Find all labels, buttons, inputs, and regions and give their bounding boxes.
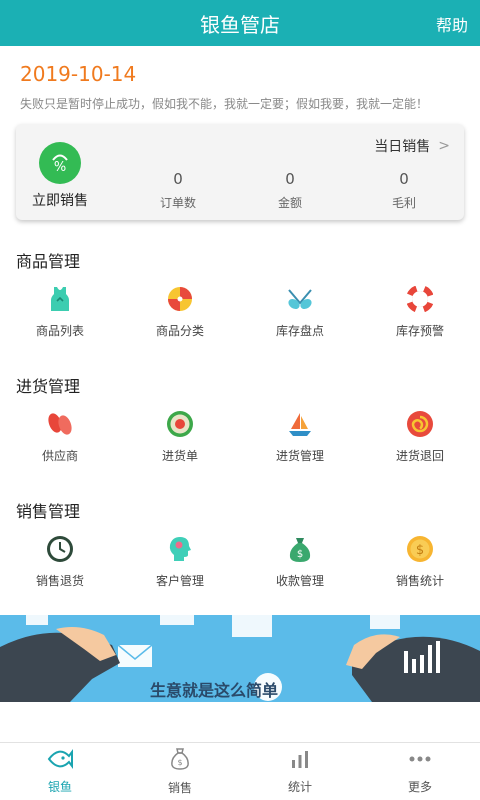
supplier-item[interactable]: 供应商: [0, 409, 120, 464]
money-bag-outline-icon: $: [169, 747, 191, 775]
swirl-icon: [405, 409, 435, 439]
stat-label: 订单数: [159, 196, 196, 210]
stock-alert-item[interactable]: 库存预警: [360, 284, 480, 339]
purchase-return-item[interactable]: 进货退回: [360, 409, 480, 464]
fish-icon: [47, 748, 73, 774]
section-title-sales: 销售管理: [16, 502, 81, 521]
inventory-count-item[interactable]: 库存盘点: [240, 284, 360, 339]
tab-sales[interactable]: $ 销售: [120, 743, 240, 800]
today-sales-link[interactable]: 当日销售 >: [374, 136, 450, 156]
goods-category-item[interactable]: 商品分类: [120, 284, 240, 339]
item-label: 供应商: [41, 449, 78, 463]
motto-text: 失败只是暂时停止成功，假如我不能，我就一定要；假如我要，我就一定能！: [20, 97, 429, 111]
stat-value: 0: [285, 170, 295, 188]
tab-label: 银鱼: [47, 780, 72, 794]
quick-sale-label: 立即销售: [32, 193, 88, 209]
sales-stats-item[interactable]: $ 销售统计: [360, 534, 480, 589]
sailboat-icon: [285, 409, 315, 439]
stat-label: 毛利: [391, 196, 416, 210]
purchase-grid: 供应商 进货单 进货管理 进货退回: [0, 409, 480, 464]
stat-amount: 0 金额: [250, 170, 330, 211]
svg-text:$: $: [416, 543, 424, 558]
bar-chart-icon: [289, 748, 311, 774]
tab-label: 更多: [407, 780, 432, 794]
item-label: 商品分类: [155, 324, 204, 338]
item-label: 销售退货: [35, 574, 84, 588]
tab-more[interactable]: 更多: [360, 743, 480, 800]
tab-label: 统计: [287, 780, 312, 794]
section-title-purchase: 进货管理: [16, 377, 81, 396]
stat-orders: 0 订单数: [138, 170, 218, 211]
customer-manage-item[interactable]: 客户管理: [120, 534, 240, 589]
payment-manage-item[interactable]: $ 收款管理: [240, 534, 360, 589]
item-label: 商品列表: [35, 324, 84, 338]
money-bag-icon: $: [285, 534, 315, 564]
goods-grid: 商品列表 商品分类 库存盘点 库存预警: [0, 284, 480, 339]
goods-list-item[interactable]: 商品列表: [0, 284, 120, 339]
purchase-order-item[interactable]: 进货单: [120, 409, 240, 464]
head-icon: [165, 534, 195, 564]
badge-icon: [165, 409, 195, 439]
banner-slogan: 生意就是这么简单: [150, 681, 279, 700]
stat-profit: 0 毛利: [364, 170, 444, 211]
clock-icon: [45, 534, 75, 564]
flip-flops-icon: [45, 409, 75, 439]
item-label: 进货单: [161, 449, 198, 463]
item-label: 收款管理: [275, 574, 324, 588]
svg-text:%: %: [54, 160, 66, 175]
svg-text:$: $: [297, 549, 303, 560]
svg-text:$: $: [177, 758, 182, 767]
promo-banner[interactable]: 生意就是这么简单: [0, 615, 480, 702]
header-bar: 银鱼管店 帮助: [0, 0, 480, 46]
tab-stats[interactable]: 统计: [240, 743, 360, 800]
shopping-bag-icon: %: [39, 142, 81, 184]
app-root: 银鱼管店 帮助 2019-10-14 失败只是暂时停止成功，假如我不能，我就一定…: [0, 0, 480, 800]
page-title: 银鱼管店: [200, 12, 280, 37]
stat-value: 0: [399, 170, 409, 188]
help-button[interactable]: 帮助: [436, 12, 468, 36]
today-sales-label: 当日销售: [374, 139, 431, 155]
current-date: 2019-10-14: [20, 62, 137, 86]
tab-label: 销售: [167, 781, 192, 795]
item-label: 进货退回: [395, 449, 444, 463]
more-dots-icon: [407, 748, 433, 774]
coin-icon: $: [405, 534, 435, 564]
purchase-manage-item[interactable]: 进货管理: [240, 409, 360, 464]
stat-value: 0: [173, 170, 183, 188]
item-label: 销售统计: [395, 574, 444, 588]
tank-top-icon: [45, 284, 75, 314]
sales-grid: 销售退货 客户管理 $ 收款管理 $ 销售统计: [0, 534, 480, 589]
bottom-tab-bar: 银鱼 $ 销售 统计 更多: [0, 742, 480, 800]
item-label: 库存盘点: [275, 324, 324, 338]
lifebuoy-icon: [405, 284, 435, 314]
sales-return-item[interactable]: 销售退货: [0, 534, 120, 589]
tab-home[interactable]: 银鱼: [0, 743, 120, 800]
quick-sale-button[interactable]: % 立即销售: [30, 142, 90, 210]
item-label: 库存预警: [395, 324, 444, 338]
beach-ball-icon: [165, 284, 195, 314]
chevron-right-icon: >: [438, 138, 450, 154]
sales-summary-card: % 立即销售 当日销售 > 0 订单数 0 金额 0 毛利: [16, 124, 464, 220]
stat-label: 金额: [277, 196, 302, 210]
section-title-goods: 商品管理: [16, 252, 81, 271]
item-label: 客户管理: [155, 574, 204, 588]
item-label: 进货管理: [275, 449, 324, 463]
sunglasses-icon: [285, 284, 315, 314]
